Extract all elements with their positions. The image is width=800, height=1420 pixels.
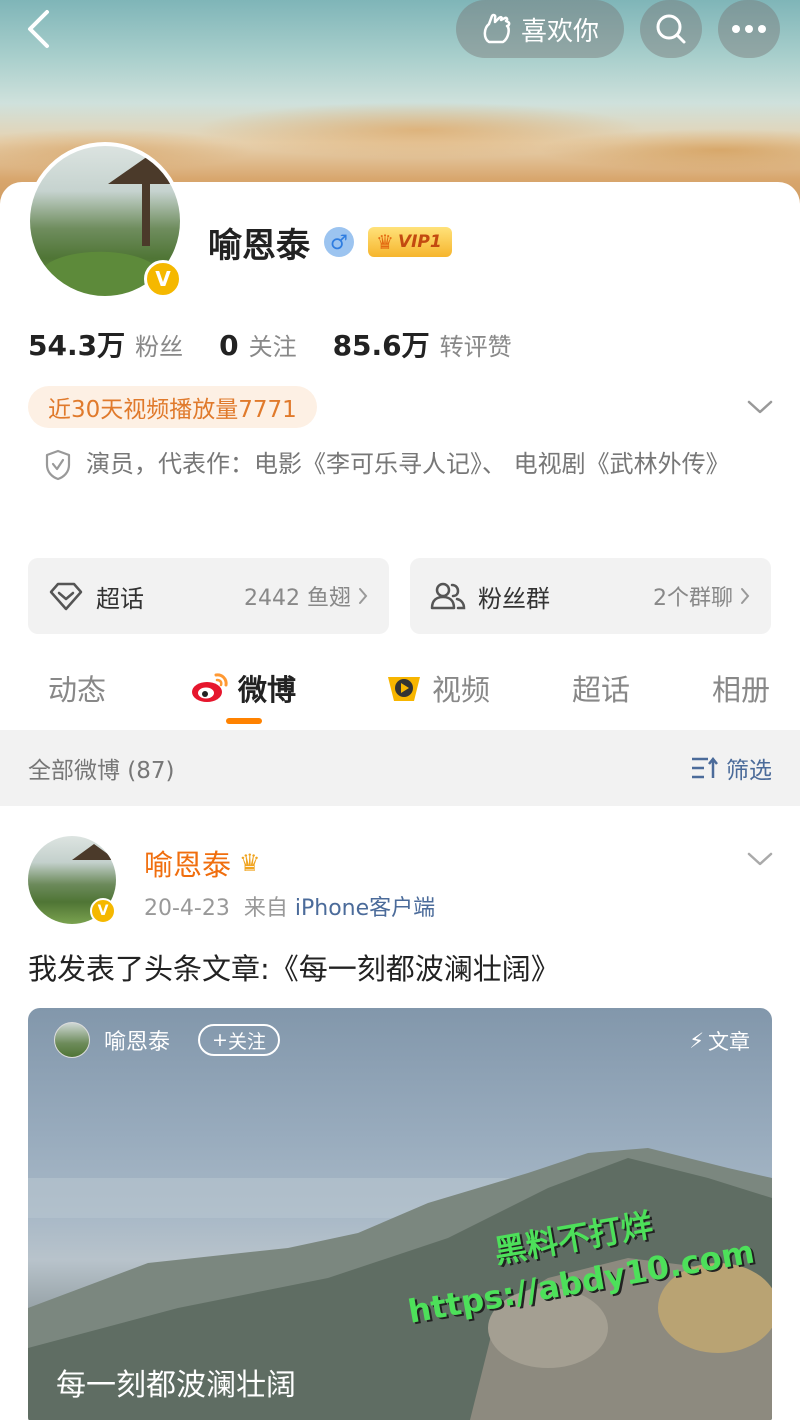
post-from-label: 来自 <box>243 896 288 921</box>
plus-icon: + <box>212 1029 228 1051</box>
stat-following[interactable]: 0 关注 <box>219 327 296 362</box>
weibo-count: 全部微博 (87) <box>28 758 175 784</box>
search-icon <box>656 14 686 44</box>
article-card[interactable]: 喻恩泰 + 关注 ⚡ 文章 黑料不打烊 https://abdy10.com 每一… <box>28 1008 772 1420</box>
top-bar: 喜欢你 <box>0 0 800 60</box>
diamond-icon <box>49 582 83 611</box>
more-icon <box>732 25 766 33</box>
profile-tabs: 动态 微博 视频 超话 相册 <box>0 652 800 730</box>
profile-stats: 54.3万 粉丝 0 关注 85.6万 转评赞 <box>28 324 548 364</box>
post-meta: 20-4-23 来自 iPhone客户端 <box>144 890 435 922</box>
chevron-right-icon <box>741 588 750 604</box>
verified-badge-icon: V <box>144 260 182 298</box>
video-play-count-tag[interactable]: 近30天视频播放量7771 <box>28 386 317 428</box>
crown-icon: ♛ <box>376 230 394 254</box>
back-icon <box>28 10 49 48</box>
super-topic-chip[interactable]: 超话 2442 鱼翅 <box>28 558 389 634</box>
article-type-tag: ⚡ 文章 <box>689 1029 750 1054</box>
tab-feed[interactable]: 动态 <box>48 666 106 710</box>
vip-badge[interactable]: ♛ VIP1 <box>368 227 452 257</box>
follow-button[interactable]: + 关注 <box>198 1024 280 1056</box>
post-avatar[interactable]: V <box>28 836 116 924</box>
chevron-down-icon[interactable] <box>744 846 776 872</box>
post-author-name[interactable]: 喻恩泰 ♛ <box>144 842 261 884</box>
super-topic-title: 超话 <box>96 584 144 613</box>
weibo-post: V 喻恩泰 ♛ 20-4-23 来自 iPhone客户端 我发表了头条文章:《每… <box>0 806 800 1420</box>
profile-avatar[interactable]: V <box>26 142 184 300</box>
post-text: 我发表了头条文章:《每一刻都波澜壮阔》 <box>28 952 560 986</box>
video-play-icon <box>388 677 420 701</box>
profile-name: 喻恩泰 <box>208 225 310 266</box>
article-author: 喻恩泰 + 关注 <box>54 1022 280 1058</box>
verified-badge-icon: V <box>90 898 116 924</box>
tab-weibo[interactable]: 微博 <box>190 666 296 710</box>
profile-bio: 演员，代表作：电影《李可乐寻人记》、 电视剧《武林外传》 <box>44 440 754 488</box>
post-source[interactable]: iPhone客户端 <box>295 896 435 921</box>
search-button[interactable] <box>640 0 702 58</box>
stat-followers[interactable]: 54.3万 粉丝 <box>28 324 183 364</box>
article-author-name[interactable]: 喻恩泰 <box>104 1024 170 1056</box>
bio-text: 演员，代表作：电影《李可乐寻人记》、 电视剧《武林外传》 <box>86 450 730 478</box>
article-author-avatar[interactable] <box>54 1022 90 1058</box>
fan-group-meta: 2个群聊 <box>653 586 733 611</box>
tab-album[interactable]: 相册 <box>712 666 770 710</box>
filter-icon <box>692 756 718 779</box>
stat-interactions[interactable]: 85.6万 转评赞 <box>333 324 512 364</box>
super-topic-meta: 2442 鱼翅 <box>244 586 351 611</box>
more-button[interactable] <box>718 0 780 58</box>
fan-group-chip[interactable]: 粉丝群 2个群聊 <box>410 558 771 634</box>
like-you-label: 喜欢你 <box>520 16 599 47</box>
crown-icon: ♛ <box>239 849 261 877</box>
tab-super-topic[interactable]: 超话 <box>572 666 630 710</box>
male-gender-icon: ♂ <box>324 227 354 257</box>
article-title: 每一刻都波澜壮阔 <box>56 1368 296 1403</box>
vip-label: VIP1 <box>397 232 442 252</box>
back-button[interactable] <box>18 6 58 52</box>
name-row: 喻恩泰 ♂ ♛ VIP1 <box>208 218 452 266</box>
chevron-right-icon <box>359 588 368 604</box>
tab-video[interactable]: 视频 <box>384 666 490 710</box>
like-icon <box>483 13 511 44</box>
like-you-button[interactable]: 喜欢你 <box>456 0 624 58</box>
group-icon <box>430 582 466 610</box>
weibo-logo-icon <box>192 673 228 702</box>
lightning-icon: ⚡ <box>689 1029 704 1053</box>
shield-check-icon <box>45 449 71 481</box>
active-tab-indicator <box>226 718 262 724</box>
filter-button[interactable]: 筛选 <box>690 751 772 785</box>
chevron-down-icon[interactable] <box>744 394 776 420</box>
post-date: 20-4-23 <box>144 896 230 921</box>
fan-group-title: 粉丝群 <box>478 584 550 613</box>
filter-bar: 全部微博 (87) 筛选 <box>0 730 800 806</box>
